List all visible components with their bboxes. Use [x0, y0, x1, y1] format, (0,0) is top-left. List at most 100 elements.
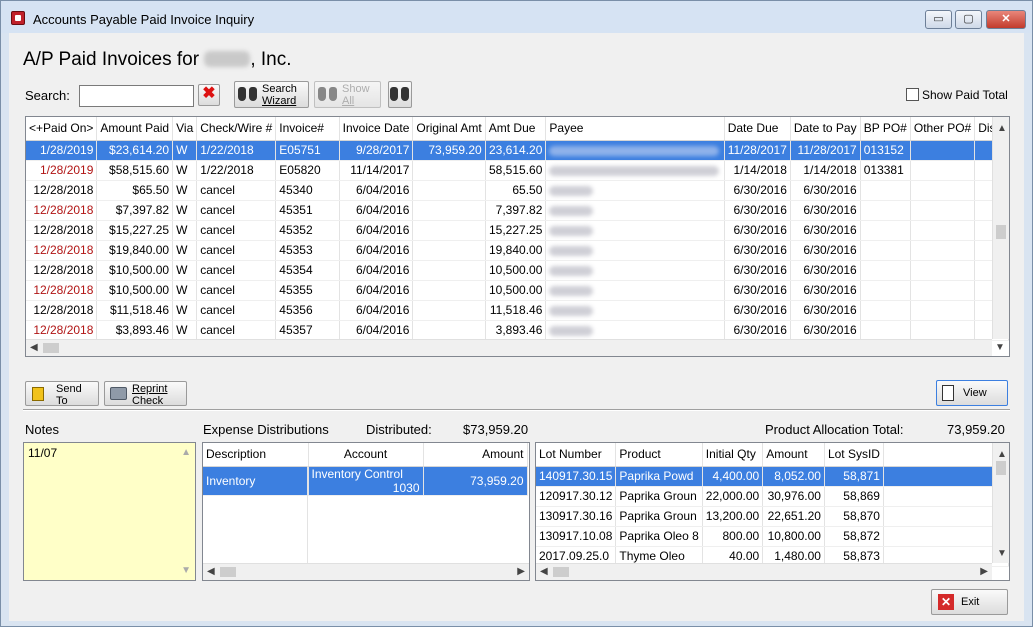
scroll-up-icon[interactable]: ▲ [997, 123, 1007, 134]
other-po-cell [910, 220, 976, 241]
date-due-cell: 6/30/2016 [724, 300, 791, 321]
minimize-button[interactable]: ▭ [925, 10, 952, 29]
send-to-button[interactable]: Send To [25, 381, 99, 407]
close-button[interactable]: ✕ [986, 10, 1026, 29]
product-horizontal-scrollbar[interactable]: ◀ ▶ [536, 563, 992, 580]
column-header[interactable]: Amount Paid [96, 117, 174, 141]
column-header[interactable]: Amount [423, 443, 528, 467]
table-row[interactable]: 12/28/2018 $3,893.46 Wcancel 45357 6/04/2016… [26, 320, 1009, 341]
scroll-left-icon[interactable]: ◀ [30, 342, 38, 353]
table-row[interactable]: 1/28/2019 $23,614.20 W 1/22/2018 E05751 9/28/… [26, 140, 1009, 161]
exit-label: Exit [961, 596, 980, 608]
column-header[interactable]: Invoice Date [339, 117, 414, 141]
column-header[interactable]: BP PO# [860, 117, 911, 141]
show-all-label: Show All [342, 83, 370, 107]
column-header[interactable]: Description [203, 443, 309, 467]
column-header[interactable]: Date Due [724, 117, 791, 141]
table-row[interactable]: 130917.30.16 Paprika Groun 13,200.00 22,651… [536, 506, 1009, 527]
check-cell: 1/22/2018 [196, 140, 277, 161]
bp-po-cell: 013152 [860, 140, 911, 161]
show-paid-total-label: Show Paid Total [922, 88, 1008, 102]
column-header[interactable]: Check/Wire # [196, 117, 277, 141]
view-button[interactable]: View [936, 380, 1008, 406]
table-row[interactable]: 12/28/2018 $10,500.00 Wcancel 45355 6/04/201… [26, 280, 1009, 301]
send-to-label-line2: To [56, 395, 68, 407]
paid-on-cell: 1/28/2019 [26, 140, 98, 161]
scroll-thumb[interactable] [996, 225, 1006, 239]
table-row[interactable]: 12/28/2018 $7,397.82 Wcancel 45351 6/04/2016… [26, 200, 1009, 221]
table-row[interactable]: 12/28/2018 $10,500.00 Wcancel 45354 6/04/201… [26, 260, 1009, 281]
table-row[interactable]: 12/28/2018 $15,227.25 Wcancel 45352 6/04/201… [26, 220, 1009, 241]
amount-paid-cell: $65.50 [96, 180, 174, 201]
column-header[interactable]: Lot SysID [824, 443, 884, 467]
scroll-right-icon[interactable]: ▶ [980, 566, 988, 577]
search-wizard-button[interactable]: Search Wizard [234, 81, 309, 108]
scroll-left-icon[interactable]: ◀ [207, 566, 215, 577]
invoice-horizontal-scrollbar[interactable]: ◀ [26, 339, 992, 356]
date-to-pay-cell: 6/30/2016 [790, 260, 861, 281]
paid-on-cell: 12/28/2018 [26, 320, 98, 341]
app-window: Accounts Payable Paid Invoice Inquiry ▭ … [0, 0, 1033, 627]
column-header[interactable]: Date to Pay [790, 117, 861, 141]
scroll-thumb[interactable] [220, 567, 236, 577]
scroll-up-icon[interactable]: ▲ [181, 447, 191, 458]
product-vertical-scrollbar[interactable]: ▲ ▼ [992, 443, 1009, 563]
column-header[interactable]: Payee [545, 117, 725, 141]
column-header[interactable]: Product [615, 443, 703, 467]
scroll-thumb[interactable] [553, 567, 569, 577]
check-cell: cancel [196, 240, 277, 261]
scroll-down-icon[interactable]: ▼ [181, 565, 191, 576]
check-cell: 1/22/2018 [196, 160, 277, 181]
scroll-thumb[interactable] [43, 343, 59, 353]
reprint-check-button[interactable]: Reprint Check [104, 381, 187, 407]
notes-text: 11/07 [28, 446, 58, 460]
invoice-vertical-scrollbar[interactable]: ▲ [992, 117, 1009, 339]
table-row[interactable]: 120917.30.12 Paprika Groun 22,000.00 30,976… [536, 486, 1009, 507]
column-header[interactable]: Lot Number [536, 443, 617, 467]
search-input[interactable] [79, 85, 194, 107]
table-row[interactable]: 140917.30.15 Paprika Powd 4,400.00 8,052.00… [536, 466, 1009, 487]
redacted-payee [549, 325, 594, 336]
invoice-body: 1/28/2019 $23,614.20 W 1/22/2018 E05751 9/28/… [26, 140, 1009, 341]
maximize-button[interactable]: ▢ [955, 10, 982, 29]
filler-cell [883, 506, 1009, 527]
column-header[interactable]: Original Amt [412, 117, 486, 141]
redacted-payee [549, 145, 720, 156]
table-row[interactable]: 12/28/2018 $65.50 Wcancel 45340 6/04/2016 65.… [26, 180, 1009, 201]
column-header[interactable]: Other PO# [910, 117, 976, 141]
scroll-left-icon[interactable]: ◀ [540, 566, 548, 577]
column-header[interactable]: Via [172, 117, 198, 141]
scroll-thumb[interactable] [996, 461, 1006, 475]
table-row[interactable]: Inventory Inventory Control 1030 73,959.20 [203, 466, 528, 496]
scroll-right-icon[interactable]: ▶ [517, 566, 525, 577]
date-due-cell: 1/14/2018 [724, 160, 791, 181]
scroll-down-icon[interactable]: ▼ [997, 548, 1007, 559]
amt-due-cell: 10,500.00 [485, 260, 547, 281]
column-header[interactable]: Amount [762, 443, 825, 467]
column-header[interactable]: Amt Due [485, 117, 547, 141]
column-header[interactable]: Invoice# [275, 117, 340, 141]
bp-po-cell [860, 220, 911, 241]
bp-po-cell [860, 240, 911, 261]
expense-horizontal-scrollbar[interactable]: ◀ ▶ [203, 563, 529, 580]
amt-due-cell: 19,840.00 [485, 240, 547, 261]
table-row[interactable]: 12/28/2018 $19,840.00 Wcancel 45353 6/04/201… [26, 240, 1009, 261]
advanced-search-button[interactable] [388, 81, 412, 108]
original-amt-cell: 73,959.20 [412, 140, 486, 161]
column-header[interactable]: Account [308, 443, 424, 467]
show-all-button[interactable]: Show All [314, 81, 381, 108]
search-wizard-label-line2: Wizard [262, 95, 297, 107]
table-row[interactable]: 130917.10.08 Paprika Oleo 8 800.00 10,800.0… [536, 526, 1009, 547]
lot-cell: 130917.30.16 [536, 506, 617, 527]
table-row[interactable]: 1/28/2019 $58,515.60 W 1/22/2018 E05820 11/14… [26, 160, 1009, 181]
payee-cell-redacted [545, 300, 725, 321]
column-header[interactable]: Initial Qty [702, 443, 764, 467]
scroll-down-icon[interactable]: ▼ [995, 342, 1005, 353]
table-row[interactable]: 12/28/2018 $11,518.46 Wcancel 45356 6/04/201… [26, 300, 1009, 321]
exit-button[interactable]: ✕ Exit [931, 589, 1008, 615]
column-header[interactable]: <+Paid On> [26, 117, 98, 141]
notes-textarea[interactable]: 11/07 ▲ ▼ [23, 442, 196, 581]
clear-search-button[interactable]: ✖ [198, 84, 220, 106]
show-paid-total-checkbox[interactable] [906, 88, 919, 101]
scroll-up-icon[interactable]: ▲ [997, 449, 1007, 460]
